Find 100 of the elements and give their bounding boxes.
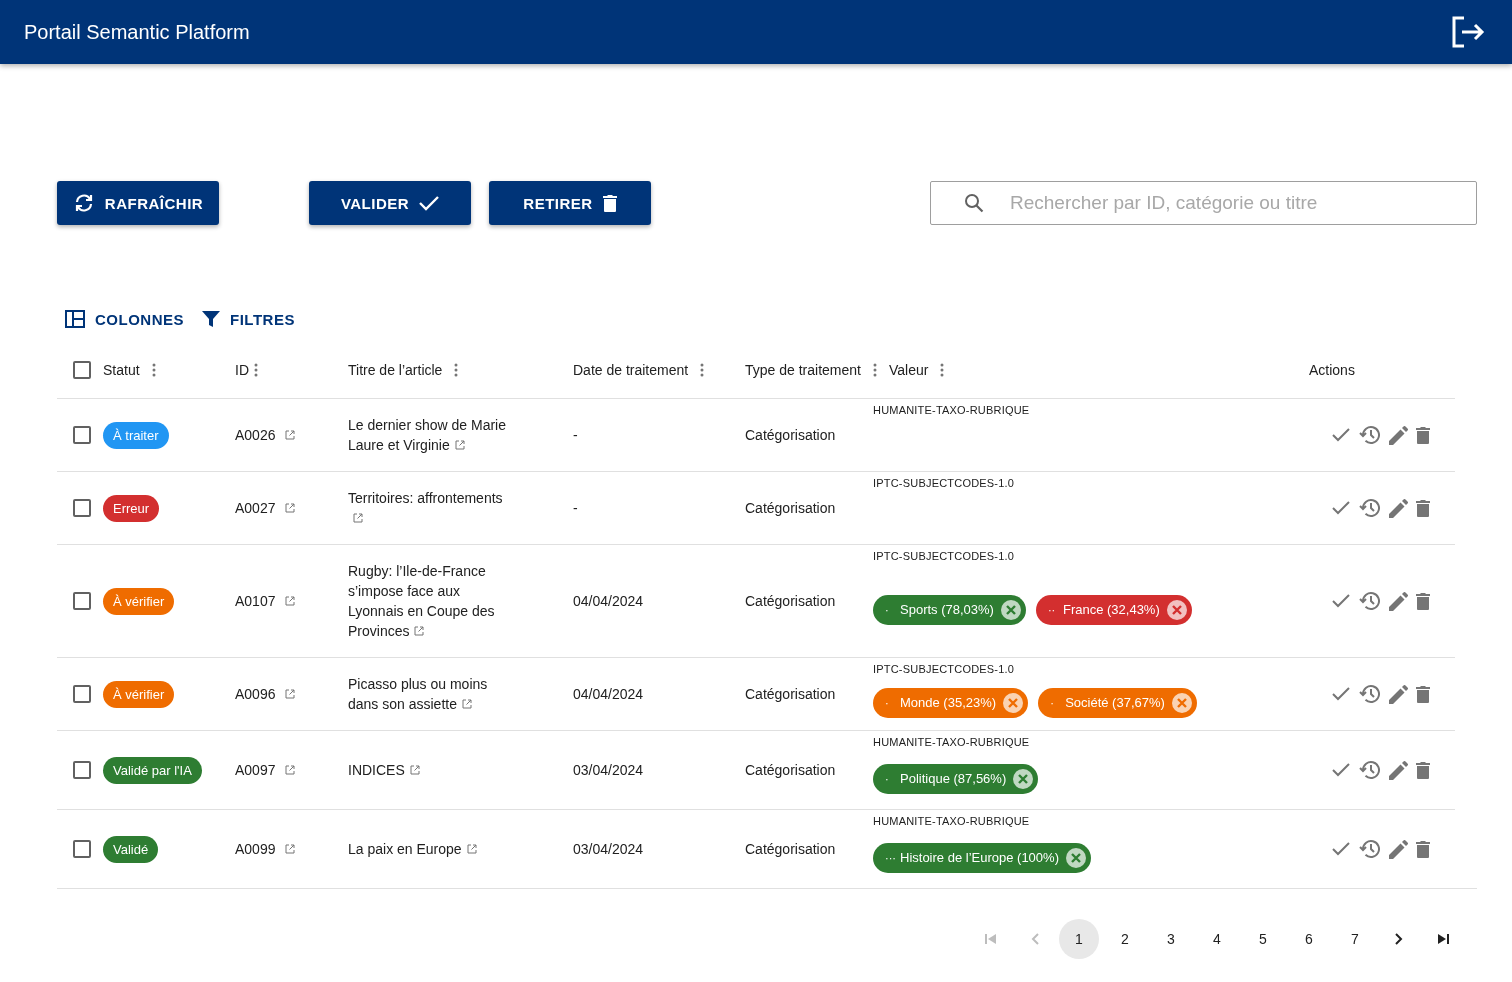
check-icon[interactable] [1330, 500, 1351, 516]
row-checkbox[interactable] [73, 840, 91, 858]
external-link-icon[interactable] [461, 699, 472, 709]
action-button[interactable]: VALIDER [309, 181, 471, 225]
select-all-checkbox[interactable] [73, 361, 91, 379]
history-icon[interactable] [1358, 684, 1381, 704]
article-id: A0099 [235, 841, 276, 857]
column-header[interactable]: Type de traitement [745, 362, 861, 378]
external-link-icon[interactable] [414, 626, 425, 636]
history-icon[interactable] [1358, 591, 1381, 611]
check-icon[interactable] [1330, 762, 1351, 778]
article-title: Territoires: affrontements [348, 488, 508, 528]
page-button[interactable]: 7 [1335, 919, 1375, 959]
article-title: Le dernier show de Marie Laure et Virginie [348, 416, 507, 455]
pencil-icon[interactable] [1388, 498, 1408, 518]
taxonomy-label: HUMANITE-TAXO-RUBRIQUE [873, 404, 1030, 416]
app-title: Portail Semantic Platform [24, 20, 250, 44]
pencil-icon[interactable] [1388, 591, 1408, 611]
column-menu-icon[interactable] [700, 363, 705, 377]
column-menu-icon[interactable] [151, 363, 156, 377]
row-checkbox[interactable] [73, 685, 91, 703]
category-chip[interactable]: ··· Histoire de l’Europe (100%) [873, 842, 1091, 873]
external-link-icon[interactable] [409, 765, 420, 775]
page-button[interactable]: 6 [1289, 919, 1329, 959]
trash-icon[interactable] [1415, 499, 1430, 517]
check-icon[interactable] [1330, 593, 1351, 609]
page-button[interactable]: 2 [1105, 919, 1145, 959]
history-icon[interactable] [1358, 425, 1381, 445]
column-header[interactable]: Statut [103, 362, 140, 378]
processing-type: Catégorisation [745, 762, 836, 778]
category-chip[interactable]: · Sports (78,03%) [873, 594, 1026, 625]
taxonomy-label: HUMANITE-TAXO-RUBRIQUE [873, 815, 1030, 827]
external-link-icon[interactable] [353, 513, 363, 523]
history-icon[interactable] [1358, 498, 1381, 518]
logout-icon[interactable] [1450, 16, 1486, 48]
pencil-icon[interactable] [1388, 760, 1408, 780]
status-badge: À vérifier [103, 587, 175, 615]
history-icon[interactable] [1358, 839, 1381, 859]
external-link-icon[interactable] [466, 844, 477, 854]
history-icon[interactable] [1358, 760, 1381, 780]
column-menu-icon[interactable] [872, 363, 877, 377]
search-icon [964, 193, 984, 213]
article-id: A0097 [235, 762, 276, 778]
column-menu-icon[interactable] [940, 363, 945, 377]
column-header[interactable]: Date de traitement [573, 362, 689, 378]
external-link-icon[interactable] [285, 596, 296, 606]
pencil-icon[interactable] [1388, 839, 1408, 859]
search-field[interactable]: Rechercher par ID, catégorie ou titre [930, 181, 1477, 225]
external-link-icon[interactable] [285, 430, 296, 440]
action-button[interactable]: RAFRAÎCHIR [57, 181, 219, 225]
row-checkbox[interactable] [73, 426, 91, 444]
remove-icon[interactable] [1166, 599, 1187, 620]
trash-icon[interactable] [1415, 685, 1430, 703]
page-button[interactable]: 4 [1197, 919, 1237, 959]
row-checkbox[interactable] [73, 761, 91, 779]
check-icon[interactable] [1330, 427, 1351, 443]
trash-icon[interactable] [1415, 840, 1430, 858]
trash-icon[interactable] [1415, 426, 1430, 444]
trash-icon[interactable] [1415, 761, 1430, 779]
remove-icon[interactable] [1013, 768, 1034, 789]
taxonomy-label: IPTC-SUBJECTCODES-1.0 [873, 663, 1015, 675]
external-link-icon[interactable] [285, 503, 296, 513]
pencil-icon[interactable] [1388, 684, 1408, 704]
status-badge: Erreur [103, 494, 160, 522]
page-button[interactable]: 5 [1243, 919, 1283, 959]
article-title: Picasso plus ou moins dans son assiette [348, 675, 489, 714]
grid-toolbar-button[interactable]: FILTRES [202, 306, 295, 332]
column-menu-icon[interactable] [254, 363, 258, 377]
external-link-icon[interactable] [454, 440, 465, 450]
next-page-icon[interactable] [1394, 932, 1404, 946]
category-chip[interactable]: · Politique (87,56%) [873, 763, 1039, 794]
external-link-icon[interactable] [285, 689, 296, 699]
processing-type: Catégorisation [745, 686, 836, 702]
grid-toolbar-button[interactable]: COLONNES [65, 306, 184, 332]
status-badge: Validé [103, 835, 159, 863]
filter-icon [202, 310, 220, 328]
remove-icon[interactable] [1000, 599, 1021, 620]
column-header[interactable]: ID [235, 362, 249, 378]
column-menu-icon[interactable] [454, 363, 459, 377]
column-header[interactable]: Titre de l’article [348, 362, 443, 378]
category-chip[interactable]: ·· France (32,43%) [1035, 594, 1192, 625]
page-button[interactable]: 3 [1151, 919, 1191, 959]
column-header[interactable]: Valeur [889, 362, 929, 378]
column-header[interactable]: Actions [1309, 362, 1355, 378]
page-button[interactable]: 1 [1059, 919, 1099, 959]
check-icon[interactable] [1330, 686, 1351, 702]
external-link-icon[interactable] [285, 844, 296, 854]
action-button[interactable]: RETIRER [489, 181, 651, 225]
row-checkbox[interactable] [73, 499, 91, 517]
row-checkbox[interactable] [73, 592, 91, 610]
processing-date: - [573, 500, 578, 516]
last-page-icon[interactable] [1436, 932, 1450, 946]
processing-date: 04/04/2024 [573, 593, 644, 609]
trash-icon[interactable] [1415, 592, 1430, 610]
remove-icon[interactable] [1065, 847, 1086, 868]
processing-date: - [573, 427, 578, 443]
check-icon[interactable] [1330, 841, 1351, 857]
pencil-icon[interactable] [1388, 425, 1408, 445]
external-link-icon[interactable] [285, 765, 296, 775]
article-id: A0026 [235, 427, 276, 443]
